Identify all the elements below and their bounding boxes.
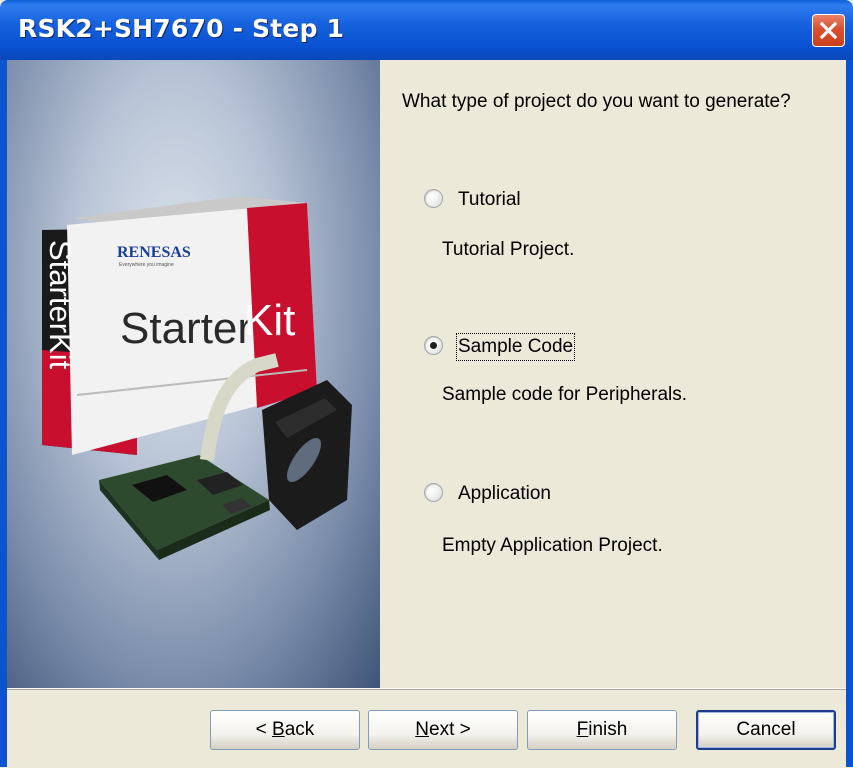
close-button[interactable] [812,14,845,47]
radio-button-application[interactable] [424,483,443,502]
option-description-tutorial: Tutorial Project. [442,239,575,260]
back-rest: ack [284,719,315,740]
window-frame-right [846,60,853,767]
finish-button[interactable]: Finish [527,710,677,750]
product-name-accent: Kit [244,296,295,345]
starter-kit-image: StarterKit RENESAS Everywhere you imagin… [7,60,380,688]
radio-selected-dot [430,342,437,349]
radio-button-tutorial[interactable] [424,189,443,208]
starter-kit-illustration: StarterKit RENESAS Everywhere you imagin… [42,196,352,560]
back-mnemonic: B [272,719,285,740]
question-text: What type of project do you want to gene… [402,91,791,112]
radio-label-tutorial[interactable]: Tutorial [458,188,521,212]
next-button[interactable]: Next > [368,710,518,750]
cancel-button[interactable]: Cancel [696,710,836,750]
window-title: RSK2+SH7670 - Step 1 [18,14,345,43]
radio-label-application[interactable]: Application [458,482,551,506]
product-name-main: Starter [120,304,252,353]
next-mnemonic: N [415,719,429,740]
option-description-sample-code: Sample code for Peripherals. [442,384,688,405]
radio-button-sample-code[interactable] [424,336,443,355]
box-side-text: StarterKit [43,240,78,370]
window-frame-left [0,60,7,767]
finish-rest: inish [588,719,628,740]
renesas-tagline: Everywhere you imagine [119,262,174,268]
radio-label-sample-code[interactable]: Sample Code [455,333,576,361]
close-icon [819,21,838,40]
title-bar: RSK2+SH7670 - Step 1 [0,0,853,60]
option-description-application: Empty Application Project. [442,535,663,556]
next-rest: ext > [429,719,471,740]
back-prefix: < [255,719,273,740]
back-button[interactable]: < Back [210,710,360,750]
button-bar: < Back Next > Finish Cancel [7,688,846,768]
wizard-content: What type of project do you want to gene… [380,60,846,688]
renesas-logo: RENESAS [117,244,191,261]
finish-mnemonic: F [576,719,589,740]
